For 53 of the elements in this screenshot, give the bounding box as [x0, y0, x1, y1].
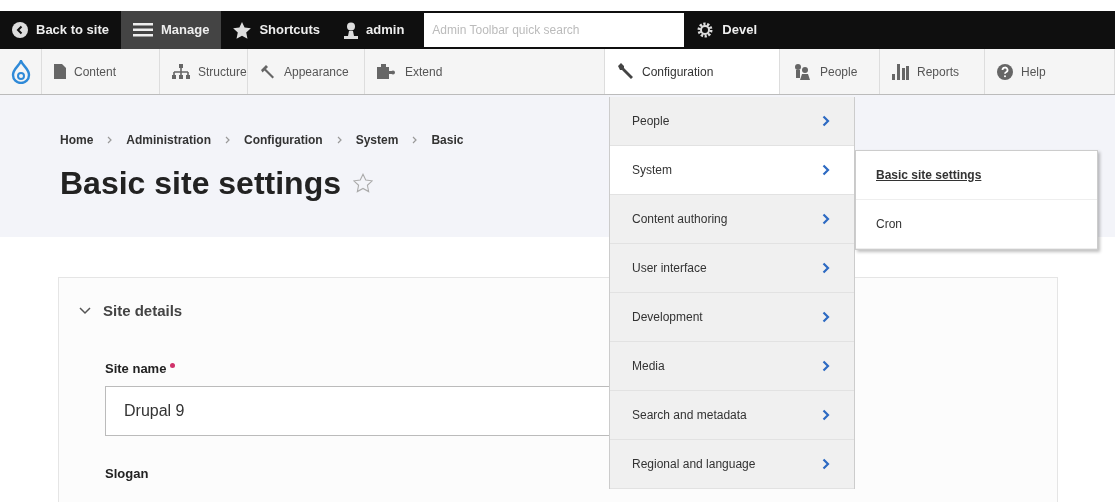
wrench-icon	[260, 64, 276, 79]
chevron-right-icon	[822, 311, 830, 323]
gear-icon	[696, 21, 715, 39]
admin-menu-item[interactable]: Reports	[880, 49, 985, 94]
breadcrumb-link[interactable]: Basic	[431, 131, 464, 149]
breadcrumb-link[interactable]: System	[355, 131, 399, 149]
admin-menu-item[interactable]: Structure	[160, 49, 248, 94]
dropdown-item[interactable]: System	[610, 146, 854, 195]
bar-chart-icon	[892, 63, 909, 80]
chevron-right-icon	[822, 164, 830, 176]
field-label: Site name	[105, 359, 167, 378]
submenu-item[interactable]: Basic site settings	[856, 151, 1097, 200]
wrench-icon	[617, 63, 634, 80]
breadcrumb-separator-icon	[412, 136, 418, 144]
chevron-right-icon	[822, 213, 830, 225]
chevron-right-icon	[822, 262, 830, 274]
chevron-right-icon	[822, 360, 830, 372]
toolbar-tab[interactable]: Shortcuts	[221, 11, 333, 49]
toolbar-tab[interactable]: Back to site	[0, 11, 121, 49]
help-icon	[997, 63, 1013, 80]
admin-menu-item[interactable]: People	[780, 49, 880, 94]
admin-menu-item[interactable]: Help	[985, 49, 1115, 94]
star-icon	[233, 21, 252, 39]
breadcrumb-link[interactable]: Home	[60, 131, 94, 149]
document-icon	[54, 64, 66, 79]
chevron-right-icon	[822, 115, 830, 127]
hierarchy-icon	[172, 64, 190, 79]
admin-menu-item[interactable]: Appearance	[248, 49, 365, 94]
field-label: Slogan	[105, 465, 149, 483]
breadcrumb-separator-icon	[336, 136, 342, 144]
toolbar-tab[interactable]: Manage	[121, 11, 222, 49]
search-field[interactable]: Admin Toolbar quick search	[424, 13, 685, 47]
details-summary[interactable]: Site details	[79, 300, 183, 323]
puzzle-icon	[377, 64, 397, 79]
chevron-right-icon	[822, 458, 830, 470]
admin-menu-item[interactable]: Configuration	[605, 49, 780, 94]
admin-menu-item[interactable]: Content	[42, 49, 160, 94]
user-icon	[344, 21, 359, 39]
submenu-item[interactable]: Cron	[856, 200, 1097, 249]
breadcrumb-link[interactable]: Administration	[126, 131, 211, 149]
breadcrumb-separator-icon	[107, 136, 113, 144]
chevron-right-icon	[822, 409, 830, 421]
toolbar-tab[interactable]: admin	[332, 11, 417, 49]
star-outline-icon[interactable]	[353, 173, 373, 193]
breadcrumb-link[interactable]: Configuration	[244, 131, 323, 149]
drop-logo-icon[interactable]	[10, 59, 31, 84]
breadcrumb-separator-icon	[225, 136, 230, 144]
back-icon	[12, 22, 28, 38]
menu-icon	[133, 23, 153, 37]
people-icon	[792, 63, 812, 80]
toolbar-tab[interactable]: Devel	[684, 11, 770, 49]
chevron-down-icon	[79, 307, 91, 316]
page-title: Basic site settings	[60, 164, 341, 203]
